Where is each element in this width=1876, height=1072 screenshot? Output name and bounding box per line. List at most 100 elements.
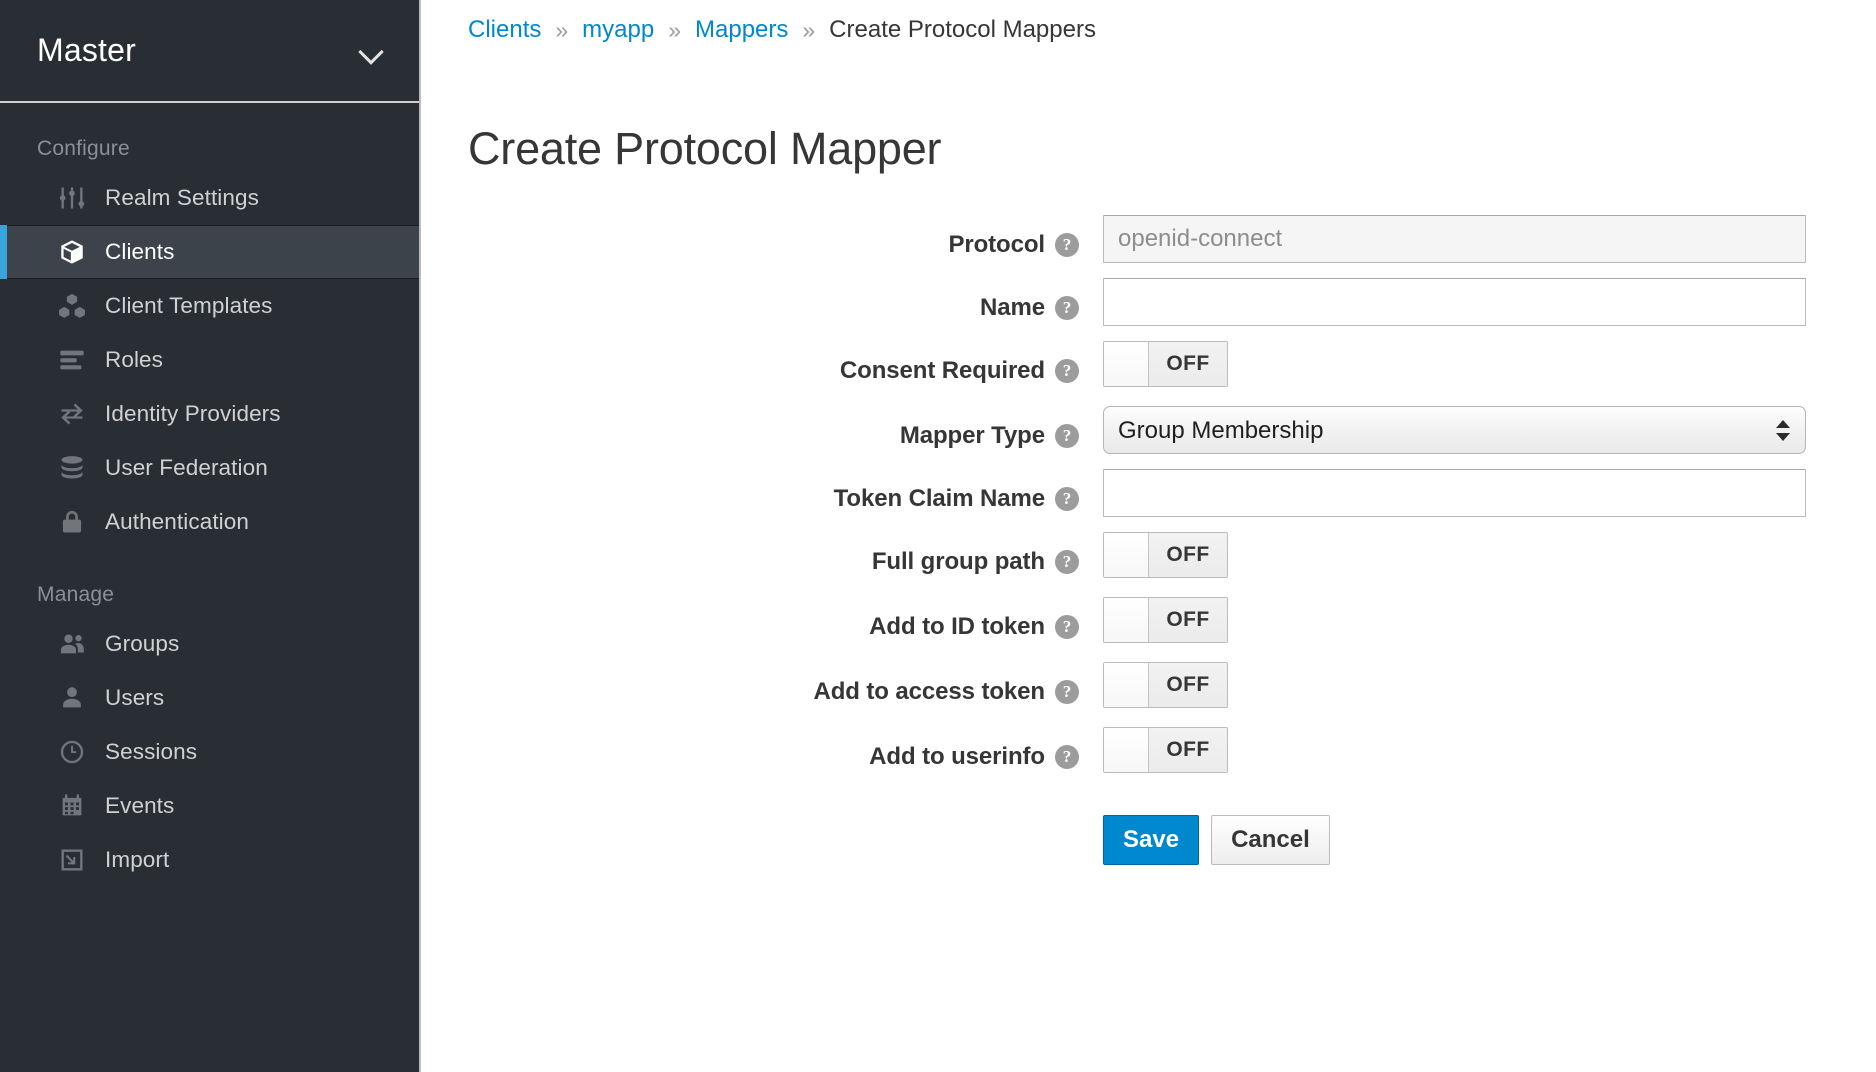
name-input[interactable]	[1103, 278, 1806, 327]
label-name-text: Name	[980, 294, 1045, 322]
sidebar: Master Configure Realm Settings Clients	[0, 0, 421, 1072]
clock-icon	[57, 737, 87, 767]
lock-icon	[57, 507, 87, 537]
mapper-type-select-wrap: Group Membership	[1103, 406, 1806, 455]
user-icon	[57, 683, 87, 713]
form-actions: Save Cancel	[1103, 815, 1806, 866]
label-full-group-path-text: Full group path	[871, 548, 1045, 576]
sidebar-item-label: Client Templates	[105, 292, 273, 318]
label-add-to-access-token-text: Add to access token	[813, 678, 1045, 706]
mapper-type-select[interactable]: Group Membership	[1103, 406, 1806, 455]
form-row-add-to-userinfo: Add to userinfo ? OFF	[421, 727, 1876, 777]
add-to-userinfo-toggle[interactable]: OFF	[1103, 727, 1228, 774]
realm-name: Master	[37, 32, 136, 68]
realm-selector[interactable]: Master	[0, 0, 419, 103]
list-icon	[57, 345, 87, 375]
sidebar-item-sessions[interactable]: Sessions	[0, 725, 419, 779]
save-button[interactable]: Save	[1103, 815, 1200, 866]
sidebar-item-label: Authentication	[105, 508, 250, 534]
add-to-id-token-toggle[interactable]: OFF	[1103, 597, 1228, 644]
calendar-icon	[57, 791, 87, 821]
breadcrumb-item-current: Create Protocol Mappers	[829, 16, 1096, 43]
nav-section-label-configure: Configure	[37, 137, 130, 160]
nav-list-manage: Groups Users Sessions Events Import	[0, 617, 419, 887]
sidebar-item-identity-providers[interactable]: Identity Providers	[0, 387, 419, 441]
help-icon[interactable]: ?	[1055, 680, 1079, 705]
nav-list-configure: Realm Settings Clients Client Templates	[0, 171, 419, 549]
label-add-to-access-token: Add to access token ?	[421, 662, 1103, 710]
help-icon[interactable]: ?	[1055, 424, 1079, 449]
page-title: Create Protocol Mapper	[468, 123, 942, 175]
import-arrow-icon	[57, 845, 87, 875]
sidebar-item-groups[interactable]: Groups	[0, 617, 419, 671]
cubes-icon	[57, 291, 87, 321]
form-row-protocol: Protocol ?	[421, 215, 1876, 264]
sidebar-item-user-federation[interactable]: User Federation	[0, 441, 419, 495]
toggle-knob	[1104, 342, 1149, 387]
sidebar-item-import[interactable]: Import	[0, 833, 419, 887]
breadcrumb-item-mappers[interactable]: Mappers	[695, 16, 788, 44]
toggle-state-label: OFF	[1149, 728, 1227, 773]
toggle-state-label: OFF	[1149, 598, 1227, 643]
nav-section-manage: Manage Groups Users Sessions Events Impo…	[0, 549, 419, 887]
toggle-knob	[1104, 533, 1149, 578]
control-add-to-userinfo: OFF	[1103, 727, 1876, 777]
consent-required-toggle[interactable]: OFF	[1103, 341, 1228, 388]
help-icon[interactable]: ?	[1055, 550, 1079, 575]
label-protocol: Protocol ?	[421, 215, 1103, 263]
label-name: Name ?	[421, 278, 1103, 326]
help-icon[interactable]: ?	[1055, 615, 1079, 640]
label-mapper-type-text: Mapper Type	[899, 422, 1045, 450]
breadcrumb-item-clients[interactable]: Clients	[468, 16, 541, 44]
sidebar-item-users[interactable]: Users	[0, 671, 419, 725]
control-protocol	[1103, 215, 1876, 264]
breadcrumb-separator: »	[555, 16, 569, 43]
sidebar-item-clients[interactable]: Clients	[0, 225, 419, 279]
label-token-claim-name: Token Claim Name ?	[421, 469, 1103, 517]
add-to-access-token-toggle[interactable]: OFF	[1103, 662, 1228, 709]
control-name	[1103, 278, 1876, 327]
help-icon[interactable]: ?	[1055, 233, 1079, 258]
toggle-state-label: OFF	[1149, 533, 1227, 578]
control-full-group-path: OFF	[1103, 532, 1876, 582]
control-token-claim-name	[1103, 469, 1876, 518]
label-token-claim-name-text: Token Claim Name	[833, 485, 1045, 513]
exchange-icon	[57, 399, 87, 429]
control-add-to-id-token: OFF	[1103, 597, 1876, 647]
form-row-name: Name ?	[421, 278, 1876, 327]
label-add-to-userinfo: Add to userinfo ?	[421, 727, 1103, 775]
sidebar-item-realm-settings[interactable]: Realm Settings	[0, 171, 419, 225]
sidebar-item-label: Clients	[105, 238, 175, 264]
full-group-path-toggle[interactable]: OFF	[1103, 532, 1228, 579]
help-icon[interactable]: ?	[1055, 296, 1079, 321]
form-row-actions: Save Cancel	[421, 792, 1876, 866]
cancel-button[interactable]: Cancel	[1211, 815, 1330, 866]
sidebar-item-client-templates[interactable]: Client Templates	[0, 279, 419, 333]
users-icon	[57, 629, 87, 659]
sidebar-item-roles[interactable]: Roles	[0, 333, 419, 387]
toggle-knob	[1104, 663, 1149, 708]
control-add-to-access-token: OFF	[1103, 662, 1876, 712]
label-actions-spacer	[421, 792, 1103, 840]
database-icon	[57, 453, 87, 483]
label-protocol-text: Protocol	[948, 231, 1045, 259]
form-row-token-claim-name: Token Claim Name ?	[421, 469, 1876, 518]
sidebar-item-label: Realm Settings	[105, 184, 259, 210]
help-icon[interactable]: ?	[1055, 745, 1079, 770]
sidebar-item-authentication[interactable]: Authentication	[0, 495, 419, 549]
form-row-full-group-path: Full group path ? OFF	[421, 532, 1876, 582]
create-protocol-mapper-form: Protocol ? Name ? Cons	[421, 215, 1876, 866]
help-icon[interactable]: ?	[1055, 487, 1079, 512]
main-content: Clients » myapp » Mappers » Create Proto…	[421, 0, 1876, 1072]
sidebar-item-label: Roles	[105, 346, 164, 372]
sidebar-item-events[interactable]: Events	[0, 779, 419, 833]
help-icon[interactable]: ?	[1055, 359, 1079, 384]
label-add-to-id-token: Add to ID token ?	[421, 597, 1103, 645]
label-add-to-userinfo-text: Add to userinfo	[869, 743, 1045, 771]
cube-icon	[57, 237, 87, 267]
sidebar-item-label: User Federation	[105, 454, 268, 480]
breadcrumb-item-myapp[interactable]: myapp	[582, 16, 654, 44]
control-consent-required: OFF	[1103, 341, 1876, 391]
token-claim-name-input[interactable]	[1103, 469, 1806, 518]
label-full-group-path: Full group path ?	[421, 532, 1103, 580]
